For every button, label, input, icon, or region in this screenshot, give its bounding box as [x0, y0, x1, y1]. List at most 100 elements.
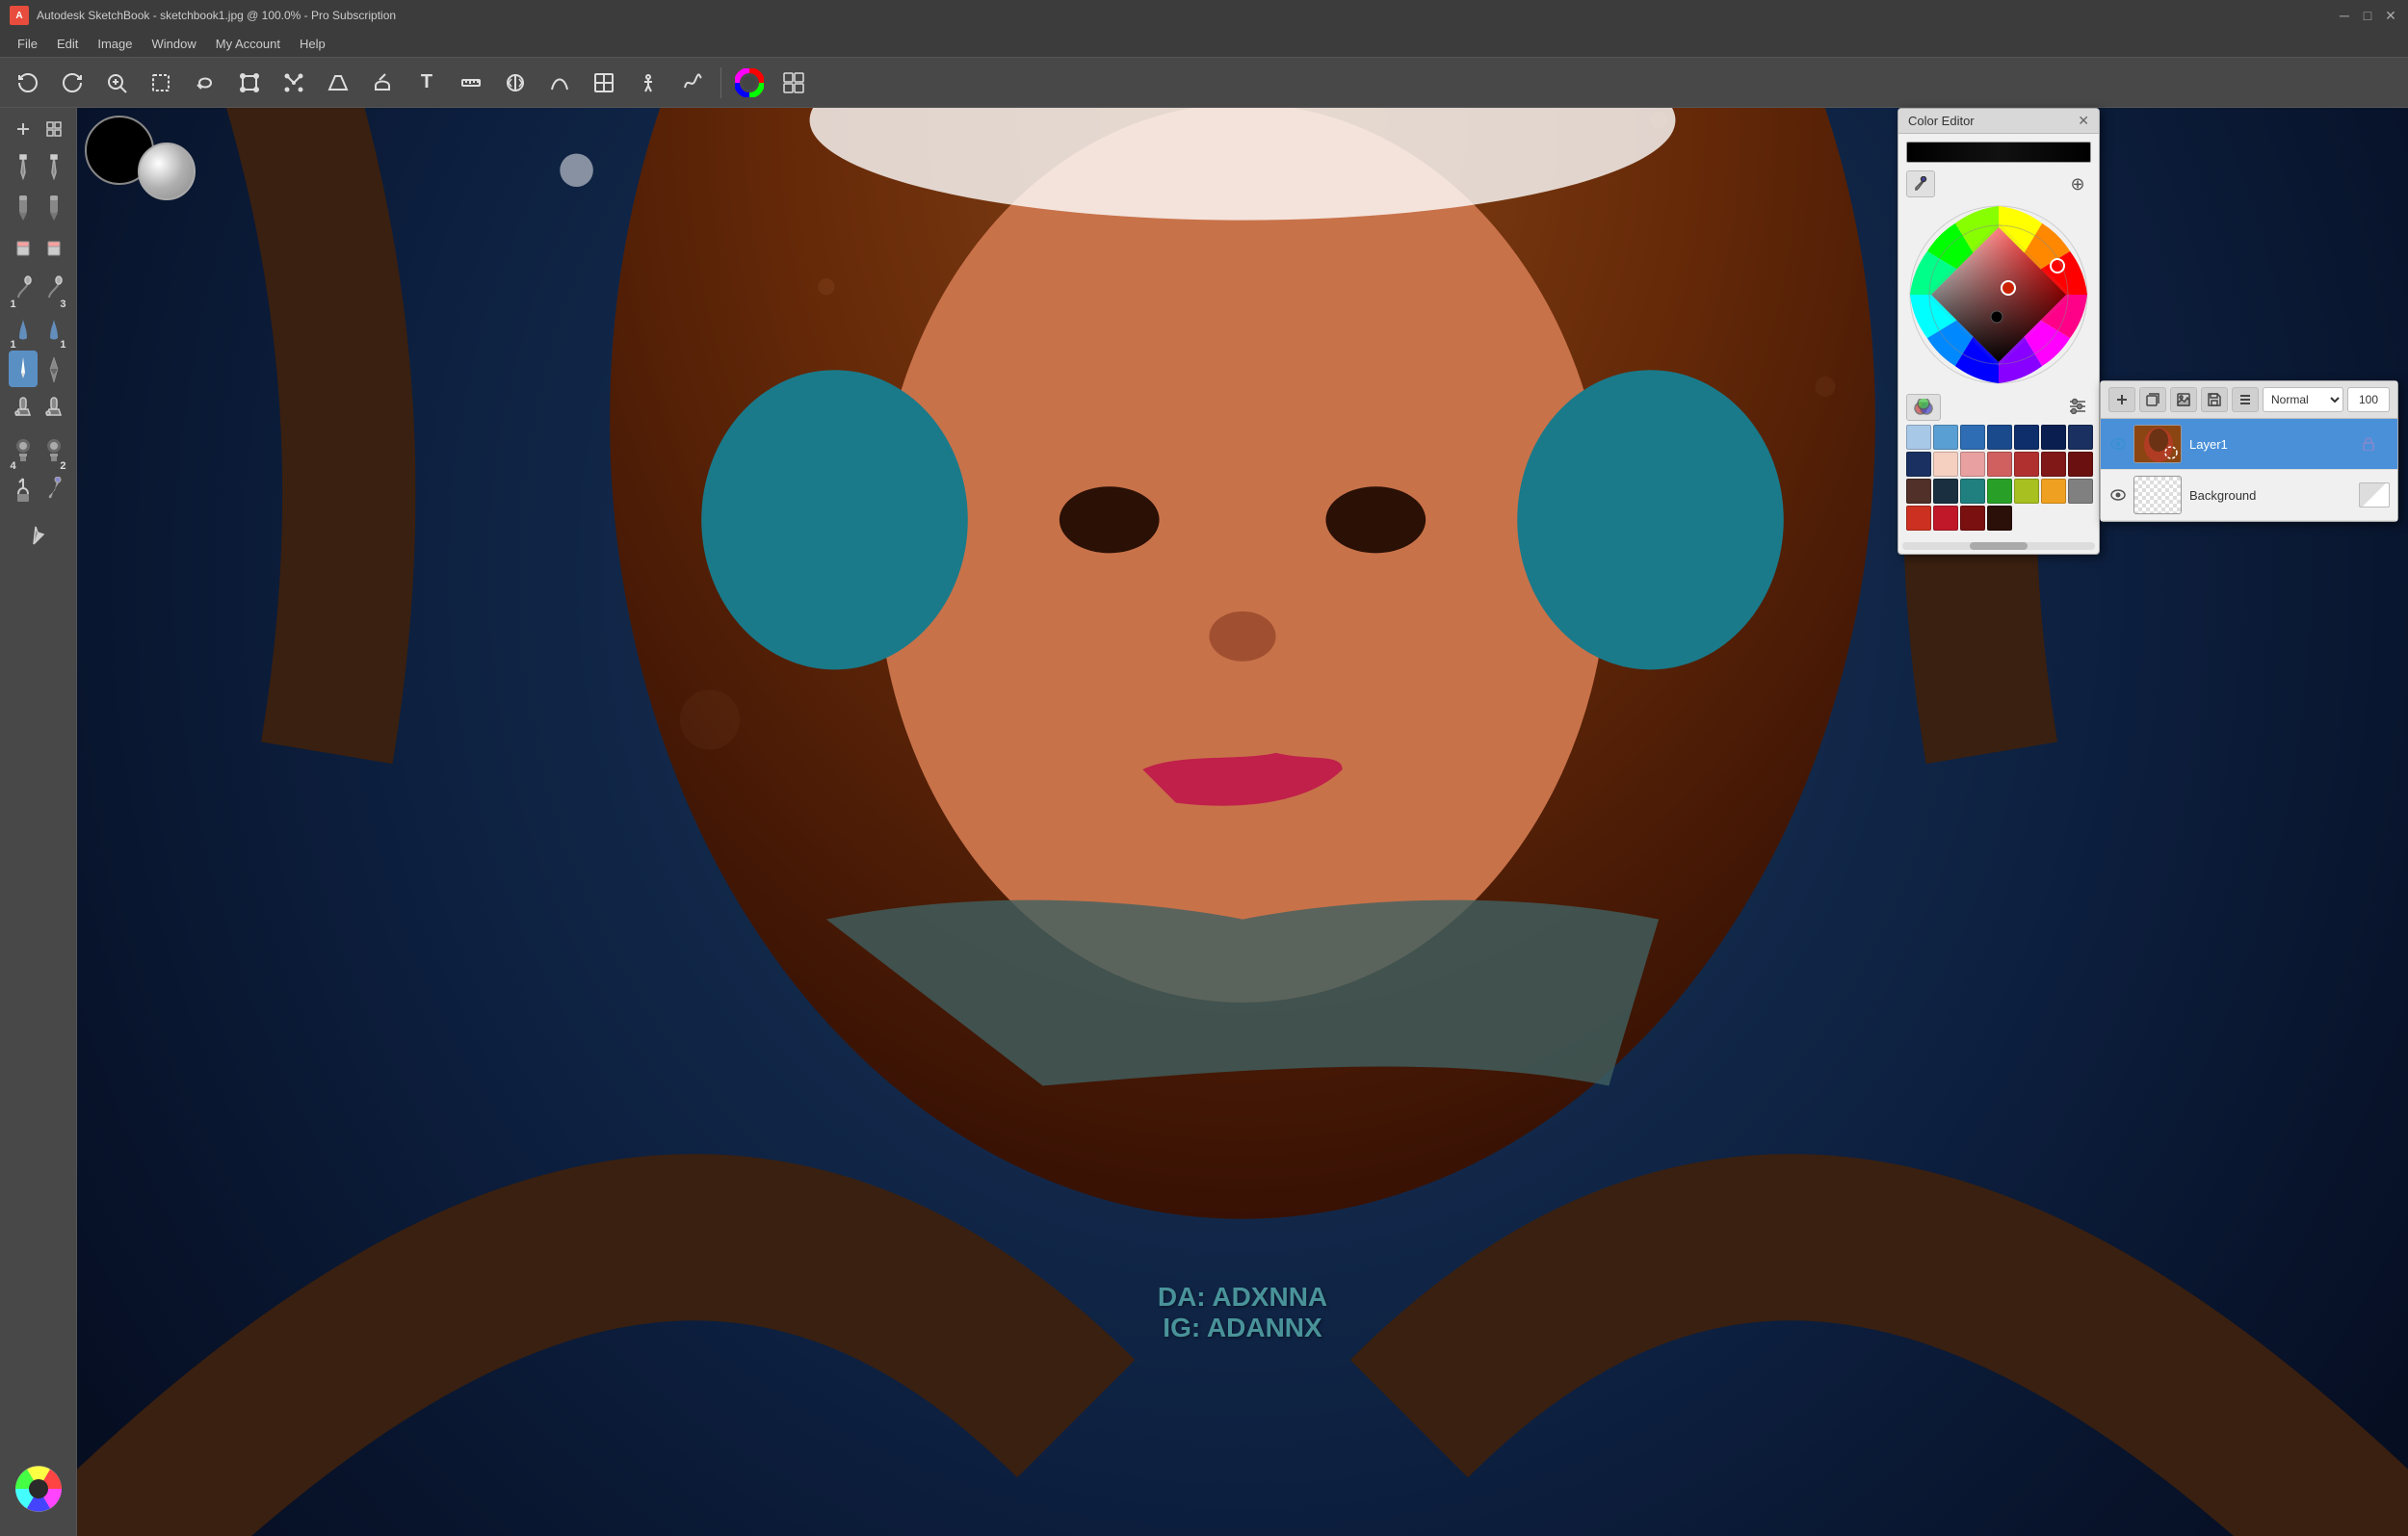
layer1-visibility[interactable] [2108, 434, 2128, 454]
bezier-button[interactable] [539, 64, 580, 102]
swatch-8[interactable] [1906, 452, 1931, 477]
color-editor-header: Color Editor ✕ [1898, 109, 2099, 134]
menu-myaccount[interactable]: My Account [206, 35, 290, 53]
color-sliders-button[interactable] [2064, 394, 2091, 421]
swatch-4[interactable] [1987, 425, 2012, 450]
color-editor-close[interactable]: ✕ [2078, 113, 2089, 129]
ink-pen-tool[interactable] [39, 351, 68, 387]
swatch-2[interactable] [1933, 425, 1958, 450]
guides-button[interactable] [584, 64, 624, 102]
background-thumbnail [2133, 476, 2182, 514]
ruler-button[interactable] [451, 64, 491, 102]
perspective-button[interactable] [318, 64, 358, 102]
select-lasso-button[interactable] [185, 64, 225, 102]
swatch-16[interactable] [1933, 479, 1958, 504]
close-button[interactable]: ✕ [2383, 8, 2398, 23]
menu-help[interactable]: Help [290, 35, 335, 53]
swatch-18[interactable] [1987, 479, 2012, 504]
color-editor-scroll-thumb[interactable] [1970, 542, 2028, 550]
layer1-thumbnail [2133, 425, 2182, 463]
swatch-24[interactable] [1987, 506, 2012, 531]
swatch-1[interactable] [1906, 425, 1931, 450]
left-panel: 1 3 1 1 [0, 108, 77, 1536]
bucket-button[interactable] [362, 64, 403, 102]
color-wheel-button[interactable] [729, 64, 770, 102]
layers-menu-button[interactable] [2232, 387, 2259, 412]
marker-tool[interactable] [9, 189, 38, 225]
swatch-23[interactable] [1960, 506, 1985, 531]
marker-tool-2[interactable] [39, 189, 68, 225]
layer-item-background[interactable]: Background [2101, 470, 2397, 521]
brush-grid-button[interactable] [39, 116, 68, 143]
swatch-17[interactable] [1960, 479, 1985, 504]
background-visibility[interactable] [2108, 485, 2128, 505]
menu-edit[interactable]: Edit [47, 35, 88, 53]
menu-window[interactable]: Window [143, 35, 206, 53]
color-editor-scrollbar[interactable] [1902, 542, 2095, 550]
select-rect-button[interactable] [141, 64, 181, 102]
airbrush-tool-2[interactable] [39, 391, 68, 428]
background-color[interactable] [138, 143, 196, 200]
color-swatches [1906, 425, 2091, 531]
add-layer-button[interactable] [2108, 387, 2135, 412]
paint-tool-active[interactable] [9, 351, 38, 387]
swatch-14[interactable] [2068, 452, 2093, 477]
swatch-10[interactable] [1960, 452, 1985, 477]
color-editor-panel: Color Editor ✕ ⊕ [1898, 108, 2100, 555]
transform-button[interactable] [229, 64, 270, 102]
tool-num-1c: 1 [60, 339, 65, 351]
background-color-preview [2359, 482, 2390, 508]
new-layer-button[interactable] [2139, 387, 2166, 412]
layer1-lock[interactable] [2359, 434, 2378, 454]
minimize-button[interactable]: ─ [2337, 8, 2352, 23]
fill-tool[interactable] [9, 472, 38, 508]
swatch-12[interactable] [2014, 452, 2039, 477]
undo-button[interactable] [8, 64, 48, 102]
brush-library-button[interactable] [773, 64, 814, 102]
pencil-tool-2[interactable] [39, 148, 68, 185]
menu-image[interactable]: Image [88, 35, 142, 53]
redo-button[interactable] [52, 64, 92, 102]
dropper-tool[interactable] [39, 472, 68, 508]
color-editor-title: Color Editor [1908, 114, 1975, 128]
swatch-7[interactable] [2068, 425, 2093, 450]
swatch-empty[interactable] [2068, 479, 2093, 504]
maximize-button[interactable]: □ [2360, 8, 2375, 23]
curve-button[interactable] [672, 64, 713, 102]
eraser-tool[interactable] [9, 229, 38, 266]
image-layer-button[interactable] [2170, 387, 2197, 412]
pencil-tool[interactable] [9, 148, 38, 185]
swatch-3[interactable] [1960, 425, 1985, 450]
add-brush-button[interactable] [9, 116, 38, 143]
layer-item-layer1[interactable]: Layer1 [2101, 419, 2397, 470]
eraser-tool-2[interactable] [39, 229, 68, 266]
airbrush-tool[interactable] [9, 391, 38, 428]
color-model-button[interactable] [1906, 394, 1941, 421]
warp-button[interactable] [274, 64, 314, 102]
hue-saturation-adjust[interactable]: ⊕ [2064, 170, 2091, 197]
swatch-5[interactable] [2014, 425, 2039, 450]
symmetry-button[interactable] [495, 64, 536, 102]
save-layer-button[interactable] [2201, 387, 2228, 412]
swatch-6[interactable] [2041, 425, 2066, 450]
swatch-13[interactable] [2041, 452, 2066, 477]
swatch-19[interactable] [2014, 479, 2039, 504]
navigation-tool[interactable] [24, 516, 53, 553]
swatch-15[interactable] [1906, 479, 1931, 504]
swatch-9[interactable] [1933, 452, 1958, 477]
swatch-22[interactable] [1933, 506, 1958, 531]
color-wheel[interactable] [1907, 203, 2090, 386]
swatch-21[interactable] [1906, 506, 1931, 531]
opacity-input[interactable] [2347, 387, 2390, 412]
swatch-20[interactable] [2041, 479, 2066, 504]
blend-mode-select[interactable]: Normal Multiply Screen Overlay [2263, 387, 2343, 412]
pose-button[interactable] [628, 64, 668, 102]
eyedropper-button[interactable] [1906, 170, 1935, 197]
color-gradient-bar[interactable] [1906, 142, 2091, 163]
color-wheel-indicator[interactable] [13, 1464, 64, 1517]
text-button[interactable]: T [406, 64, 447, 102]
layers-panel: Normal Multiply Screen Overlay Layer1 [2100, 380, 2398, 522]
swatch-11[interactable] [1987, 452, 2012, 477]
menu-file[interactable]: File [8, 35, 47, 53]
zoom-button[interactable] [96, 64, 137, 102]
